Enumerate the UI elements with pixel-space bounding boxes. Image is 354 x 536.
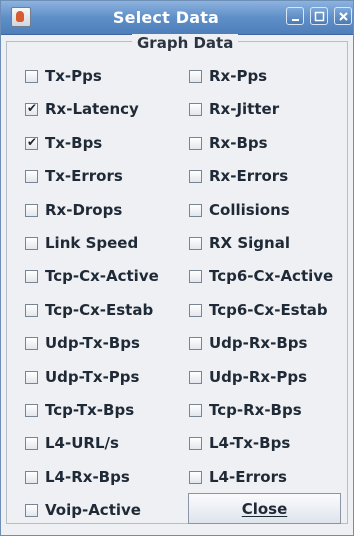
app-icon bbox=[11, 7, 31, 27]
checkbox-rx-pps[interactable]: Rx-Pps bbox=[189, 64, 267, 88]
checkbox-link-speed[interactable]: Link Speed bbox=[25, 231, 138, 255]
checkbox-box[interactable] bbox=[25, 269, 38, 283]
checkbox-box[interactable] bbox=[189, 403, 202, 417]
checkbox-label: Tcp6-Cx-Estab bbox=[209, 301, 328, 319]
checkbox-label: Rx-Drops bbox=[45, 201, 123, 219]
checkbox-collisions[interactable]: Collisions bbox=[189, 198, 290, 222]
checkbox-l4-rx-bps[interactable]: L4-Rx-Bps bbox=[25, 465, 130, 489]
checkbox-label: Udp-Tx-Bps bbox=[45, 334, 140, 352]
checkbox-label: L4-Rx-Bps bbox=[45, 468, 130, 486]
checkbox-box[interactable] bbox=[189, 203, 202, 217]
checkbox-tcp-cx-estab[interactable]: Tcp-Cx-Estab bbox=[25, 298, 153, 322]
checkbox-label: L4-Tx-Bps bbox=[209, 434, 291, 452]
checkbox-label: Udp-Rx-Bps bbox=[209, 334, 308, 352]
checkbox-tx-pps[interactable]: Tx-Pps bbox=[25, 64, 102, 88]
close-window-button[interactable] bbox=[334, 7, 352, 25]
checkbox-label: Tcp-Rx-Bps bbox=[209, 401, 302, 419]
checkbox-tcp-rx-bps[interactable]: Tcp-Rx-Bps bbox=[189, 398, 302, 422]
checkbox-box[interactable] bbox=[25, 169, 38, 183]
checkbox-box[interactable] bbox=[189, 370, 202, 384]
checkbox-box[interactable] bbox=[189, 269, 202, 283]
checkbox-udp-tx-bps[interactable]: Udp-Tx-Bps bbox=[25, 331, 140, 355]
checkbox-tcp-cx-active[interactable]: Tcp-Cx-Active bbox=[25, 264, 159, 288]
checkbox-box[interactable] bbox=[189, 236, 202, 250]
checkbox-l4-url-s[interactable]: L4-URL/s bbox=[25, 431, 119, 455]
checkbox-box[interactable] bbox=[25, 303, 38, 317]
checkbox-rx-errors[interactable]: Rx-Errors bbox=[189, 164, 288, 188]
checkbox-box[interactable] bbox=[25, 403, 38, 417]
checkbox-box[interactable] bbox=[25, 336, 38, 350]
checkbox-tx-bps[interactable]: Tx-Bps bbox=[25, 131, 102, 155]
checkbox-label: Tcp-Cx-Estab bbox=[45, 301, 154, 319]
checkbox-box[interactable] bbox=[25, 470, 38, 484]
select-data-window: Select Data Graph Data Tx-Pps Rx-Pps Rx-La… bbox=[0, 0, 354, 536]
checkbox-box[interactable] bbox=[25, 135, 38, 150]
checkbox-label: RX Signal bbox=[209, 234, 290, 252]
checkbox-box[interactable] bbox=[25, 69, 38, 83]
checkbox-box[interactable] bbox=[25, 101, 38, 116]
checkbox-rx-drops[interactable]: Rx-Drops bbox=[25, 198, 122, 222]
checkbox-box[interactable] bbox=[189, 136, 202, 150]
minimize-button[interactable] bbox=[286, 7, 304, 25]
checkbox-label: Tx-Errors bbox=[45, 167, 123, 185]
close-button-label: Close bbox=[241, 499, 288, 518]
checkbox-udp-rx-pps[interactable]: Udp-Rx-Pps bbox=[189, 365, 307, 389]
checkbox-box[interactable] bbox=[25, 236, 38, 250]
checkbox-label: Rx-Jitter bbox=[209, 100, 280, 118]
maximize-button[interactable] bbox=[310, 7, 328, 25]
checkbox-box[interactable] bbox=[189, 436, 202, 450]
checkbox-box[interactable] bbox=[25, 436, 38, 450]
checkbox-rx-jitter[interactable]: Rx-Jitter bbox=[189, 97, 279, 121]
minimize-icon bbox=[292, 19, 299, 21]
title-bar[interactable]: Select Data bbox=[1, 1, 353, 35]
checkbox-label: Tcp-Cx-Active bbox=[45, 267, 159, 285]
checkbox-box[interactable] bbox=[25, 203, 38, 217]
panel-title: Graph Data bbox=[132, 34, 239, 52]
checkbox-rx-bps[interactable]: Rx-Bps bbox=[189, 131, 268, 155]
checkbox-box[interactable] bbox=[189, 303, 202, 317]
close-button[interactable]: Close bbox=[188, 493, 341, 524]
checkbox-box[interactable] bbox=[189, 102, 202, 116]
checkbox-udp-tx-pps[interactable]: Udp-Tx-Pps bbox=[25, 365, 139, 389]
checkbox-label: Udp-Rx-Pps bbox=[209, 368, 307, 386]
checkbox-box[interactable] bbox=[189, 169, 202, 183]
checkbox-l4-tx-bps[interactable]: L4-Tx-Bps bbox=[189, 431, 290, 455]
checkbox-box[interactable] bbox=[25, 370, 38, 384]
checkbox-label: Rx-Pps bbox=[209, 67, 268, 85]
checkbox-label: Collisions bbox=[209, 201, 290, 219]
checkbox-voip-active[interactable]: Voip-Active bbox=[25, 498, 141, 522]
checkbox-label: L4-URL/s bbox=[45, 434, 119, 452]
checkbox-tx-errors[interactable]: Tx-Errors bbox=[25, 164, 123, 188]
checkbox-box[interactable] bbox=[25, 503, 38, 517]
checkbox-label: Tx-Pps bbox=[45, 67, 102, 85]
checkbox-label: Rx-Errors bbox=[209, 167, 289, 185]
close-icon bbox=[339, 12, 348, 21]
checkbox-tcp6-cx-active[interactable]: Tcp6-Cx-Active bbox=[189, 264, 333, 288]
checkbox-rx-signal[interactable]: RX Signal bbox=[189, 231, 290, 255]
checkbox-l4-errors[interactable]: L4-Errors bbox=[189, 465, 287, 489]
checkbox-label: Udp-Tx-Pps bbox=[45, 368, 140, 386]
checkbox-tcp-tx-bps[interactable]: Tcp-Tx-Bps bbox=[25, 398, 134, 422]
checkbox-label: Tcp6-Cx-Active bbox=[209, 267, 334, 285]
checkbox-box[interactable] bbox=[189, 336, 202, 350]
checkbox-label: Voip-Active bbox=[45, 501, 141, 519]
window-title: Select Data bbox=[112, 8, 220, 27]
checkbox-label: Rx-Bps bbox=[209, 134, 268, 152]
checkbox-label: Tx-Bps bbox=[45, 134, 103, 152]
checkbox-label: Link Speed bbox=[45, 234, 139, 252]
maximize-icon bbox=[314, 11, 325, 22]
checkbox-box[interactable] bbox=[189, 470, 202, 484]
checkbox-udp-rx-bps[interactable]: Udp-Rx-Bps bbox=[189, 331, 307, 355]
checkbox-rx-latency[interactable]: Rx-Latency bbox=[25, 97, 139, 121]
checkbox-tcp6-cx-estab[interactable]: Tcp6-Cx-Estab bbox=[189, 298, 328, 322]
checkbox-label: L4-Errors bbox=[209, 468, 287, 486]
checkbox-label: Tcp-Tx-Bps bbox=[45, 401, 135, 419]
checkbox-label: Rx-Latency bbox=[45, 100, 139, 118]
checkbox-box[interactable] bbox=[189, 69, 202, 83]
